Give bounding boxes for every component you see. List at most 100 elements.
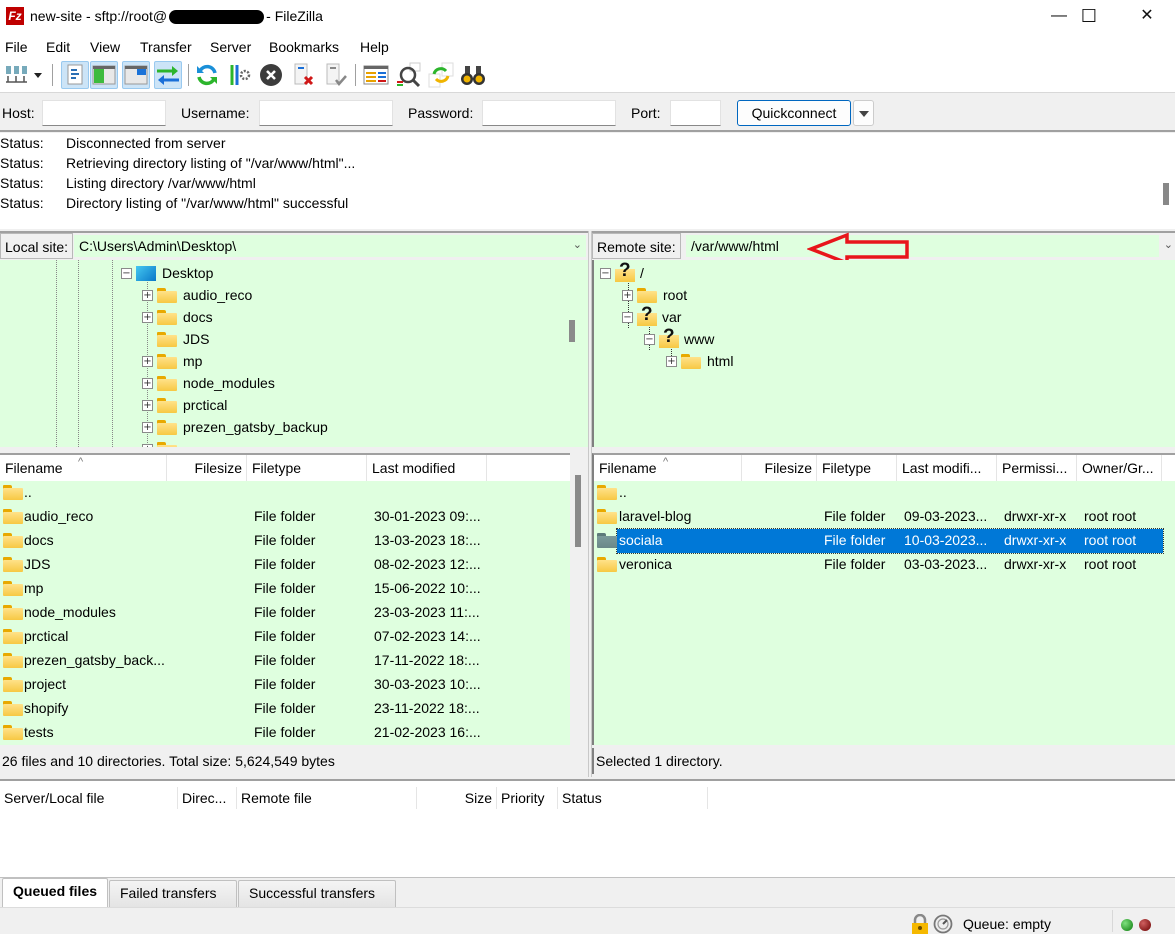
collapse-icon[interactable]: − [600, 267, 611, 279]
password-input[interactable] [482, 100, 616, 126]
expand-icon[interactable]: + [622, 289, 633, 301]
queue-column-remote-file[interactable]: Remote file [237, 787, 417, 809]
menu-edit[interactable]: Edit [46, 39, 70, 55]
menu-view[interactable]: View [90, 39, 120, 55]
host-input[interactable] [42, 100, 166, 126]
process-queue-icon[interactable] [225, 61, 253, 89]
column-filename[interactable]: Filename ^ [594, 455, 742, 481]
remote-path-input[interactable]: /var/www/html [686, 235, 1159, 257]
menu-transfer[interactable]: Transfer [140, 39, 192, 55]
dropdown-arrow-icon[interactable] [30, 61, 46, 89]
tree-node[interactable]: + audio_reco [142, 284, 252, 306]
tree-node[interactable]: + node_modules [142, 372, 275, 394]
file-row[interactable]: .. [594, 481, 1175, 505]
collapse-icon[interactable]: − [644, 333, 655, 345]
file-row[interactable]: shopify File folder 23-11-2022 18:... [0, 697, 570, 721]
column-filetype[interactable]: Filetype [817, 455, 897, 481]
tree-node[interactable]: −? var [622, 304, 681, 328]
local-path-input[interactable]: C:\Users\Admin\Desktop\ [74, 235, 586, 257]
username-input[interactable] [259, 100, 393, 126]
local-list-scrollbar[interactable] [570, 453, 586, 745]
tree-node[interactable]: + mp [142, 350, 202, 372]
expand-icon[interactable]: + [142, 377, 153, 389]
close-button[interactable]: ✕ [1124, 0, 1170, 32]
tree-node[interactable]: + [142, 438, 183, 447]
column-permissions[interactable]: Permissi... [997, 455, 1077, 481]
queue-column-direction[interactable]: Direc... [178, 787, 237, 809]
file-row[interactable]: JDS File folder 08-02-2023 12:... [0, 553, 570, 577]
menu-server[interactable]: Server [210, 39, 251, 55]
column-last-modified[interactable]: Last modifi... [897, 455, 997, 481]
chevron-down-icon[interactable]: ⌄ [1164, 238, 1173, 251]
file-row[interactable]: docs File folder 13-03-2023 18:... [0, 529, 570, 553]
directory-listing-filters-icon[interactable] [362, 61, 390, 89]
cancel-icon[interactable] [257, 61, 285, 89]
file-row[interactable]: audio_reco File folder 30-01-2023 09:... [0, 505, 570, 529]
scrollbar-thumb[interactable] [575, 475, 581, 547]
file-row[interactable]: prctical File folder 07-02-2023 14:... [0, 625, 570, 649]
column-filetype[interactable]: Filetype [247, 455, 367, 481]
reconnect-icon[interactable] [322, 61, 350, 89]
expand-icon[interactable]: + [142, 355, 153, 367]
port-input[interactable] [670, 100, 721, 126]
compare-directories-icon[interactable] [395, 61, 423, 89]
toggle-transfer-queue-icon[interactable] [154, 61, 182, 89]
tab-successful-transfers[interactable]: Successful transfers [238, 880, 396, 907]
column-filesize[interactable]: Filesize [742, 455, 817, 481]
file-row[interactable]: tests File folder 21-02-2023 16:... [0, 721, 570, 745]
tab-queued-files[interactable]: Queued files [2, 878, 109, 907]
local-tree-scrollbar[interactable] [564, 260, 580, 447]
queue-column-status[interactable]: Status [558, 787, 708, 809]
tree-node[interactable]: + docs [142, 306, 213, 328]
quickconnect-history-dropdown[interactable] [853, 100, 874, 126]
tree-node[interactable]: + prctical [142, 394, 227, 416]
column-owner-group[interactable]: Owner/Gr... [1077, 455, 1162, 481]
column-filesize[interactable]: Filesize [167, 455, 247, 481]
disconnect-icon[interactable] [290, 61, 318, 89]
search-remote-files-icon[interactable] [459, 61, 487, 89]
tree-node[interactable]: −? www [644, 326, 714, 350]
queue-column-size[interactable]: Size [417, 787, 497, 809]
collapse-icon[interactable]: − [622, 311, 633, 323]
toggle-message-log-icon[interactable] [61, 61, 89, 89]
tree-node[interactable]: + prezen_gatsby_backup [142, 416, 328, 438]
file-row[interactable]: mp File folder 15-06-2022 10:... [0, 577, 570, 601]
queue-column-server-local-file[interactable]: Server/Local file [0, 787, 178, 809]
expand-icon[interactable]: + [142, 311, 153, 323]
chevron-down-icon[interactable]: ⌄ [573, 238, 582, 251]
tree-node[interactable]: + root [622, 284, 687, 306]
expand-icon[interactable]: + [142, 289, 153, 301]
tree-node-desktop[interactable]: − Desktop [121, 262, 213, 284]
file-row[interactable]: prezen_gatsby_back... File folder 17-11-20… [0, 649, 570, 673]
tab-failed-transfers[interactable]: Failed transfers [109, 880, 237, 907]
tree-node[interactable]: + html [666, 350, 733, 372]
file-row[interactable]: .. [0, 481, 570, 505]
maximize-button[interactable]: ☐ [1066, 0, 1112, 32]
tree-node[interactable]: −? / [600, 260, 644, 284]
menu-help[interactable]: Help [360, 39, 389, 55]
menu-bookmarks[interactable]: Bookmarks [269, 39, 339, 55]
file-row[interactable]: laravel-blog File folder 09-03-2023... drwx… [594, 505, 1175, 529]
speed-limit-icon[interactable] [933, 914, 953, 934]
file-row[interactable]: node_modules File folder 23-03-2023 11:... [0, 601, 570, 625]
refresh-icon[interactable] [193, 61, 221, 89]
column-last-modified[interactable]: Last modified [367, 455, 487, 481]
collapse-icon[interactable]: − [121, 267, 132, 279]
expand-icon[interactable]: + [142, 421, 153, 433]
expand-icon[interactable]: + [142, 443, 153, 447]
synchronized-browsing-icon[interactable] [427, 61, 455, 89]
file-row[interactable]: veronica File folder 03-03-2023... drwxr-xr… [594, 553, 1175, 577]
queue-column-priority[interactable]: Priority [497, 787, 558, 809]
file-row[interactable]: project File folder 30-03-2023 10:... [0, 673, 570, 697]
expand-icon[interactable]: + [666, 355, 677, 367]
expand-icon[interactable]: + [142, 399, 153, 411]
log-scrollbar[interactable] [1163, 183, 1169, 205]
site-manager-icon[interactable] [2, 61, 30, 89]
toggle-local-tree-icon[interactable] [90, 61, 118, 89]
quickconnect-button[interactable]: Quickconnect [737, 100, 851, 126]
column-filename[interactable]: Filename ^ [0, 455, 167, 481]
menu-file[interactable]: File [5, 39, 28, 55]
tree-node[interactable]: JDS [157, 328, 209, 350]
toggle-remote-tree-icon[interactable] [122, 61, 150, 89]
scrollbar-thumb[interactable] [569, 320, 575, 342]
